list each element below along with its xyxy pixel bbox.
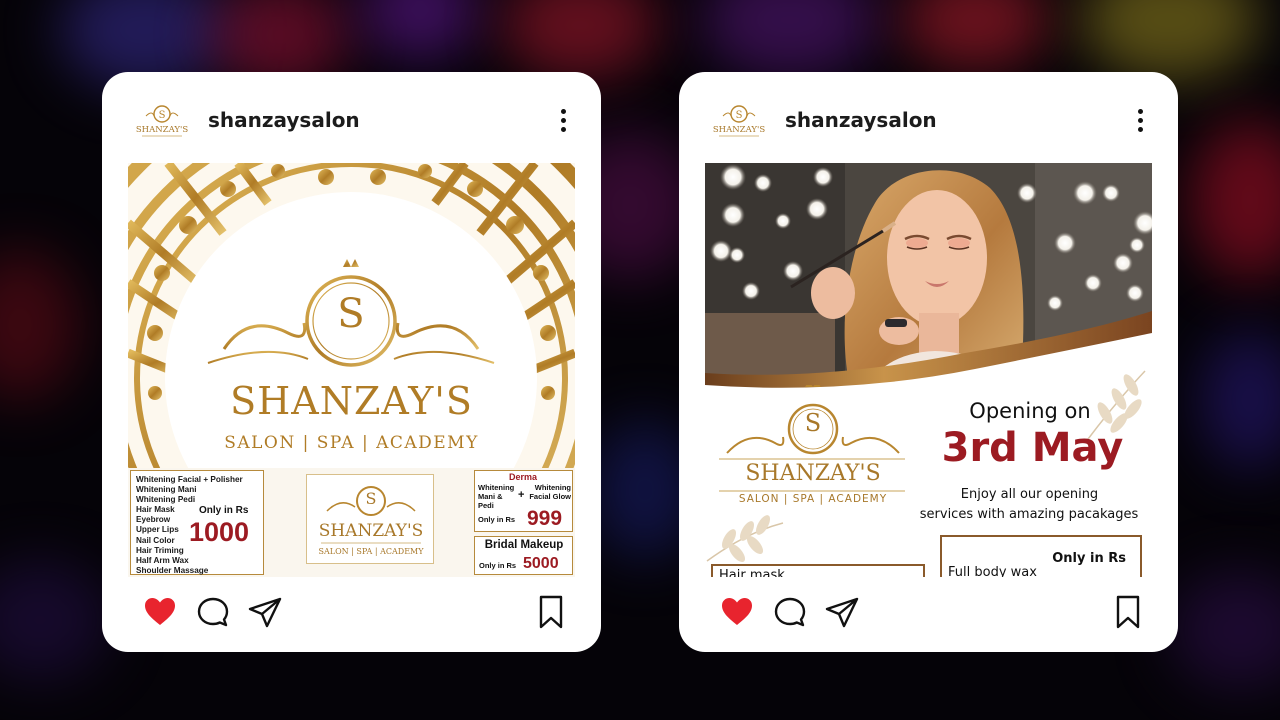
service-box-right: Only in Rs Full body wax: [940, 535, 1142, 577]
opening-date: 3rd May: [941, 425, 1124, 471]
bookmark-icon[interactable]: [533, 594, 569, 630]
instagram-post-card: S SHANZAY'S shanzaysalon S SHANZAY'S SAL…: [679, 72, 1178, 652]
post-image[interactable]: S SHANZAY'S SALON | SPA | ACADEMY Openin…: [705, 163, 1152, 577]
logo-initial: S: [337, 291, 365, 337]
logo-tagline: SALON | SPA | ACADEMY: [738, 493, 888, 505]
menu-item: Half Arm Wax: [136, 555, 189, 565]
bridal-offer-box: Bridal Makeup Only in Rs 5000: [474, 536, 573, 575]
logo-name: SHANZAY'S: [230, 379, 473, 423]
salon-logo-avatar[interactable]: S SHANZAY'S: [713, 102, 765, 140]
offers-strip: Whitening Facial + Polisher Whitening Ma…: [128, 468, 575, 577]
service-box-left: Hair mask: [711, 564, 925, 577]
description-line-2: services with amazing pacakages: [919, 507, 1139, 522]
comment-icon[interactable]: [772, 594, 808, 630]
share-icon[interactable]: [247, 594, 283, 630]
post-username[interactable]: shanzaysalon: [785, 108, 937, 132]
mini-logo-name: SHANZAY'S: [318, 521, 424, 541]
salon-logo-graphic: [719, 385, 905, 492]
mandala-logo-area: S SHANZAY'S SALON | SPA | ACADEMY: [128, 163, 575, 468]
svg-text:SHANZAY'S: SHANZAY'S: [713, 125, 765, 135]
menu-item: Whitening Mani: [136, 485, 197, 495]
offer-price: 1000: [189, 517, 250, 547]
bookmark-icon[interactable]: [1110, 594, 1146, 630]
opening-label: Opening on: [969, 399, 1091, 423]
more-options-icon[interactable]: [555, 106, 571, 134]
derma-price: 999: [527, 507, 563, 530]
description-line-1: Enjoy all our opening: [960, 487, 1099, 502]
derma-plus: +: [518, 489, 525, 501]
logo-tagline: SALON | SPA | ACADEMY: [224, 433, 479, 453]
heart-icon[interactable]: [719, 594, 755, 630]
logo-initial: S: [804, 409, 822, 437]
mini-logo-box: S SHANZAY'S SALON | SPA | ACADEMY: [306, 474, 434, 564]
leaf-decoration: [706, 515, 784, 563]
menu-item: Shoulder Massage: [136, 565, 209, 575]
derma-label: Only in Rs: [478, 515, 516, 524]
instagram-post-card: S SHANZAY'S shanzaysalon S SHANZAY'S SAL…: [102, 72, 601, 652]
bridal-title: Bridal Makeup: [484, 539, 564, 551]
service-left-label: Hair mask: [719, 568, 785, 577]
svg-text:S: S: [736, 110, 743, 121]
derma-title: Derma: [508, 472, 537, 482]
post-actions-bar: [102, 590, 601, 634]
share-icon[interactable]: [824, 594, 860, 630]
menu-item: Whitening Facial + Polisher: [136, 475, 243, 484]
mini-logo-tagline: SALON | SPA | ACADEMY: [318, 547, 424, 556]
derma-offer-box: Derma Whitening Mani & Pedi + Whitening …: [474, 470, 573, 532]
bridal-price: 5000: [523, 555, 559, 572]
derma-item-left: Whitening Mani & Pedi: [478, 483, 515, 510]
service-right-label: Full body wax: [948, 565, 1037, 577]
comment-icon[interactable]: [195, 594, 231, 630]
svg-text:SHANZAY'S: SHANZAY'S: [136, 125, 188, 135]
salon-logo-avatar[interactable]: S SHANZAY'S: [136, 102, 188, 140]
service-right-price-label: Only in Rs: [1052, 551, 1126, 566]
menu-offer-box: Whitening Facial + Polisher Whitening Ma…: [130, 470, 264, 575]
mini-logo-initial: S: [365, 489, 377, 508]
post-actions-bar: [679, 590, 1178, 634]
post-header: S SHANZAY'S shanzaysalon: [102, 72, 601, 164]
post-header: S SHANZAY'S shanzaysalon: [679, 72, 1178, 164]
more-options-icon[interactable]: [1132, 106, 1148, 134]
heart-icon[interactable]: [142, 594, 178, 630]
bridal-label: Only in Rs: [479, 561, 517, 570]
post-username[interactable]: shanzaysalon: [208, 108, 360, 132]
svg-text:S: S: [159, 110, 166, 121]
logo-name: SHANZAY'S: [745, 461, 881, 486]
post-image[interactable]: S SHANZAY'S SALON | SPA | ACADEMY Whiten…: [128, 163, 575, 577]
menu-item: Whitening Pedi: [136, 495, 196, 505]
derma-item-right: Whitening Facial Glow: [529, 483, 571, 501]
offer-label: Only in Rs: [199, 505, 249, 516]
